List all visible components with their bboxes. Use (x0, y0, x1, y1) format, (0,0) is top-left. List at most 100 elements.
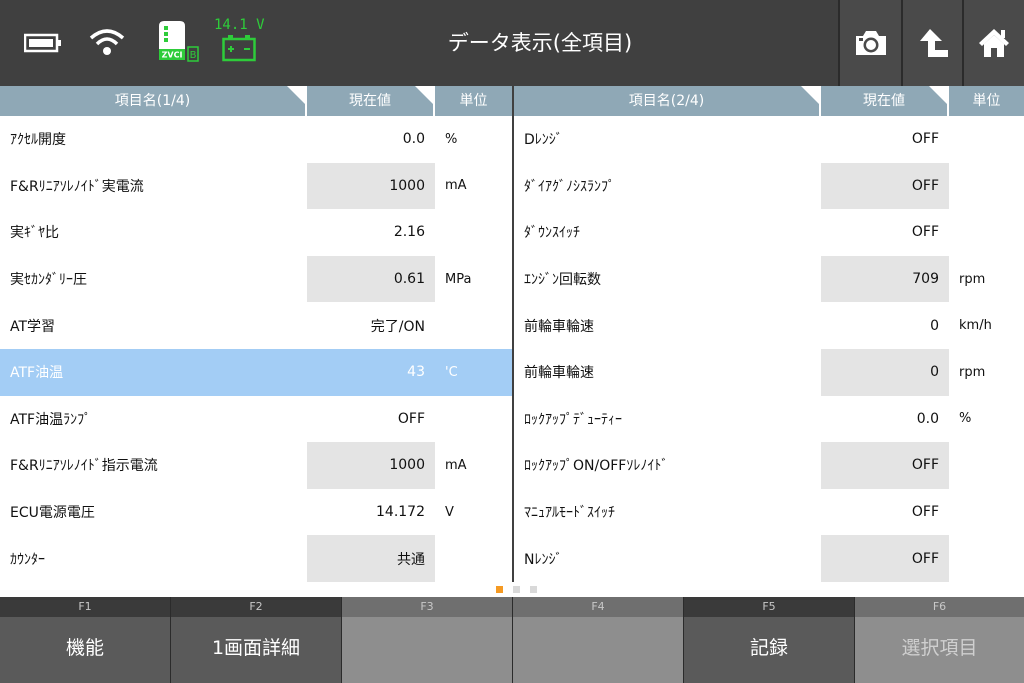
item-name-cell: ATF油温ﾗﾝﾌﾟ (0, 395, 307, 443)
function-key-label (513, 617, 683, 683)
item-name-cell: 実ｾｶﾝﾀﾞﾘｰ圧 (0, 255, 307, 303)
data-table-left: 項目名(1/4) 現在値 単位 ｱｸｾﾙ開度 0.0% F&Rﾘﾆｱｿﾚﾉｲﾄﾞ実電… (0, 86, 512, 582)
column-header-label: 項目名(2/4) (628, 93, 705, 109)
camera-icon (855, 31, 886, 55)
item-name-cell: 前輪車輪速 (514, 302, 821, 349)
unit-cell (949, 535, 1024, 582)
unit-cell: km/h (949, 302, 1024, 349)
function-key-f3[interactable]: F3 (342, 597, 513, 683)
unit-cell (949, 488, 1024, 536)
item-name-cell: ATF油温 (0, 348, 307, 396)
item-name-cell: ﾛｯｸｱｯﾌﾟﾃﾞｭｰﾃｨｰ (514, 395, 821, 443)
current-value-cell: OFF (821, 116, 949, 163)
current-value-cell: 0.61 (307, 255, 435, 303)
current-value-cell: 0.0 (307, 116, 435, 163)
table-row[interactable]: ｴﾝｼﾞﾝ回転数 709 rpm (514, 255, 1024, 303)
function-key-bar: F1 機能 F2 1画面詳細 F3 F4 F5 記録 F6 選択項目 (0, 597, 1024, 683)
table-row[interactable]: F&Rﾘﾆｱｿﾚﾉｲﾄﾞ実電流 1000 mA (0, 162, 512, 210)
table-row[interactable]: Nﾚﾝｼﾞ OFF (514, 535, 1024, 582)
voltage-readout: 14.1 V (214, 17, 265, 33)
item-name-cell: Nﾚﾝｼﾞ (514, 535, 821, 582)
table-row[interactable]: F&Rﾘﾆｱｿﾚﾉｲﾄﾞ指示電流 1000 mA (0, 442, 512, 489)
function-key-f6[interactable]: F6 選択項目 (855, 597, 1024, 683)
table-row[interactable]: ﾀﾞｳﾝｽｲｯﾁ OFF (514, 209, 1024, 256)
item-name-cell: Dﾚﾝｼﾞ (514, 116, 821, 163)
column-header-item-name[interactable]: 項目名(1/4) (0, 86, 307, 116)
unit-cell (435, 395, 512, 443)
table-row[interactable]: 前輪車輪速 0 km/h (514, 302, 1024, 349)
current-value-cell: 1000 (307, 442, 435, 489)
data-table-right: 項目名(2/4) 現在値 単位 Dﾚﾝｼﾞ OFF ﾀﾞｲｱｸﾞﾉｼｽﾗﾝﾌﾟ OFF… (512, 86, 1024, 582)
page-dot[interactable] (496, 586, 503, 593)
function-key-number: F3 (342, 597, 512, 617)
item-name-cell: F&Rﾘﾆｱｿﾚﾉｲﾄﾞ実電流 (0, 162, 307, 210)
vci-device-label: ZVCI (162, 51, 183, 60)
current-value-cell: OFF (821, 162, 949, 210)
item-name-cell: ECU電源電圧 (0, 488, 307, 536)
current-value-cell: 0.0 (821, 395, 949, 443)
function-key-label (342, 617, 512, 683)
unit-cell: MPa (435, 255, 512, 303)
table-row[interactable]: ﾛｯｸｱｯﾌﾟﾃﾞｭｰﾃｨｰ 0.0% (514, 395, 1024, 443)
table-row[interactable]: ｱｸｾﾙ開度 0.0% (0, 116, 512, 163)
column-header-current-value[interactable]: 現在値 (821, 86, 949, 116)
unit-cell (435, 535, 512, 582)
table-row[interactable]: ATF油温 43 'C (0, 348, 512, 396)
battery-icon (23, 33, 62, 57)
function-key-f2[interactable]: F2 1画面詳細 (171, 597, 342, 683)
table-row[interactable]: ｶｳﾝﾀｰ 共通 (0, 535, 512, 582)
unit-cell: % (435, 116, 512, 163)
item-name-cell: ｶｳﾝﾀｰ (0, 535, 307, 582)
unit-cell: mA (435, 162, 512, 210)
table-row[interactable]: ECU電源電圧 14.172 V (0, 488, 512, 536)
table-body-right: Dﾚﾝｼﾞ OFF ﾀﾞｲｱｸﾞﾉｼｽﾗﾝﾌﾟ OFF ﾀﾞｳﾝｽｲｯﾁ OFF ｴﾝｼﾞﾝ… (514, 116, 1024, 582)
column-header-current-value[interactable]: 現在値 (307, 86, 435, 116)
page-dot[interactable] (530, 586, 537, 593)
screenshot-button[interactable] (840, 0, 901, 86)
table-row[interactable]: 前輪車輪速 0 rpm (514, 348, 1024, 396)
item-name-cell: ｴﾝｼﾞﾝ回転数 (514, 255, 821, 303)
unit-cell (435, 302, 512, 349)
function-key-f5[interactable]: F5 記録 (684, 597, 855, 683)
table-row[interactable]: ﾀﾞｲｱｸﾞﾉｼｽﾗﾝﾌﾟ OFF (514, 162, 1024, 210)
table-row[interactable]: ATF油温ﾗﾝﾌﾟ OFF (0, 395, 512, 443)
back-button[interactable] (903, 0, 964, 86)
current-value-cell: 共通 (307, 535, 435, 582)
home-button[interactable] (964, 0, 1024, 86)
unit-cell (435, 209, 512, 256)
table-body-left: ｱｸｾﾙ開度 0.0% F&Rﾘﾆｱｿﾚﾉｲﾄﾞ実電流 1000 mA 実ｷﾞﾔ比 2.16… (0, 116, 512, 582)
table-row[interactable]: ﾏﾆｭｱﾙﾓｰﾄﾞｽｲｯﾁ OFF (514, 488, 1024, 536)
current-value-cell: 1000 (307, 162, 435, 210)
current-value-cell: 0 (821, 302, 949, 349)
current-value-cell: 709 (821, 255, 949, 303)
function-key-label: 機能 (0, 617, 170, 683)
item-name-cell: ﾀﾞｲｱｸﾞﾉｼｽﾗﾝﾌﾟ (514, 162, 821, 210)
page-dot[interactable] (513, 586, 520, 593)
table-row[interactable]: Dﾚﾝｼﾞ OFF (514, 116, 1024, 163)
function-key-f4[interactable]: F4 (513, 597, 684, 683)
page-indicator (496, 586, 537, 593)
unit-cell: rpm (949, 255, 1024, 303)
unit-cell (949, 209, 1024, 256)
table-row[interactable]: ﾛｯｸｱｯﾌﾟON/OFFｿﾚﾉｲﾄﾞ OFF (514, 442, 1024, 489)
vci-badge: B (190, 50, 197, 61)
unit-cell: rpm (949, 348, 1024, 396)
function-key-f1[interactable]: F1 機能 (0, 597, 171, 683)
current-value-cell: 14.172 (307, 488, 435, 536)
table-row[interactable]: 実ｷﾞﾔ比 2.16 (0, 209, 512, 256)
item-name-cell: F&Rﾘﾆｱｿﾚﾉｲﾄﾞ指示電流 (0, 442, 307, 489)
column-header-label: 単位 (459, 93, 488, 109)
table-row[interactable]: AT学習 完了/ON (0, 302, 512, 349)
up-arrow-icon (919, 29, 948, 57)
current-value-cell: 2.16 (307, 209, 435, 256)
top-bar: ZVCI B 14.1 V データ表示(全項目) (0, 0, 1024, 86)
column-header-item-name[interactable]: 項目名(2/4) (514, 86, 821, 116)
table-row[interactable]: 実ｾｶﾝﾀﾞﾘｰ圧 0.61 MPa (0, 255, 512, 303)
column-header-unit: 単位 (435, 86, 512, 116)
unit-cell: mA (435, 442, 512, 489)
column-header-label: 項目名(1/4) (114, 93, 191, 109)
current-value-cell: 43 (307, 348, 435, 396)
function-key-label: 1画面詳細 (171, 617, 341, 683)
item-name-cell: ｱｸｾﾙ開度 (0, 116, 307, 163)
unit-cell (949, 442, 1024, 489)
